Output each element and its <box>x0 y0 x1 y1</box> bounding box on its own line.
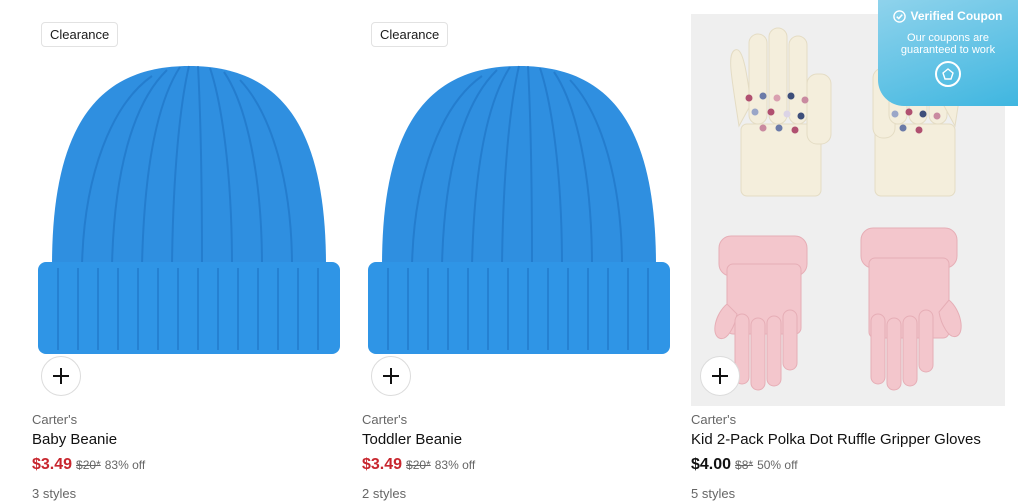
sale-price: $4.00 <box>691 456 732 473</box>
sale-price: $3.49 <box>362 456 403 473</box>
original-price: $8* <box>735 458 754 472</box>
discount-text: 83% off <box>434 458 476 472</box>
beanie-image <box>368 65 670 354</box>
coupon-title: Verified Coupon <box>910 9 1003 23</box>
beanie-image <box>38 65 340 354</box>
add-to-bag-button[interactable] <box>371 356 411 396</box>
shield-check-icon[interactable] <box>935 61 961 87</box>
clearance-badge: Clearance <box>371 22 449 47</box>
product-card-toddler-beanie[interactable]: Clearance Carter's Toddler Beanie $3.49 … <box>362 14 676 501</box>
styles-count: 3 styles <box>32 486 77 501</box>
product-title[interactable]: Toddler Beanie <box>362 431 676 448</box>
product-title[interactable]: Kid 2-Pack Polka Dot Ruffle Gripper Glov… <box>691 431 1005 448</box>
original-price: $20* <box>76 458 101 472</box>
sale-price: $3.49 <box>32 456 73 473</box>
discount-text: 83% off <box>104 458 146 472</box>
clearance-badge: Clearance <box>41 22 119 47</box>
price-row: $3.49 $20* 83% off <box>362 456 676 474</box>
shield-check-glyph <box>942 68 954 80</box>
price-row: $3.49 $20* 83% off <box>32 456 346 474</box>
styles-count: 5 styles <box>691 486 736 501</box>
product-title[interactable]: Baby Beanie <box>32 431 346 448</box>
plus-icon <box>53 368 69 384</box>
verified-coupon-widget[interactable]: Verified Coupon Our coupons are guarante… <box>878 0 1018 106</box>
product-image[interactable]: Clearance <box>32 14 346 406</box>
coupon-header: Verified Coupon <box>878 9 1018 23</box>
product-brand: Carter's <box>362 412 408 427</box>
check-circle-icon <box>893 9 907 23</box>
plus-icon <box>712 368 728 384</box>
styles-count: 2 styles <box>362 486 407 501</box>
add-to-bag-button[interactable] <box>700 356 740 396</box>
discount-text: 50% off <box>757 458 798 472</box>
product-brand: Carter's <box>691 412 737 427</box>
original-price: $20* <box>406 458 431 472</box>
coupon-message: Our coupons are guaranteed to work <box>900 32 996 56</box>
product-image[interactable]: Clearance <box>362 14 676 406</box>
plus-icon <box>383 368 399 384</box>
product-brand: Carter's <box>32 412 78 427</box>
product-card-baby-beanie[interactable]: Clearance Carter's Baby Beanie $3.49 $20… <box>32 14 346 501</box>
price-row: $4.00 $8* 50% off <box>691 456 1005 474</box>
add-to-bag-button[interactable] <box>41 356 81 396</box>
